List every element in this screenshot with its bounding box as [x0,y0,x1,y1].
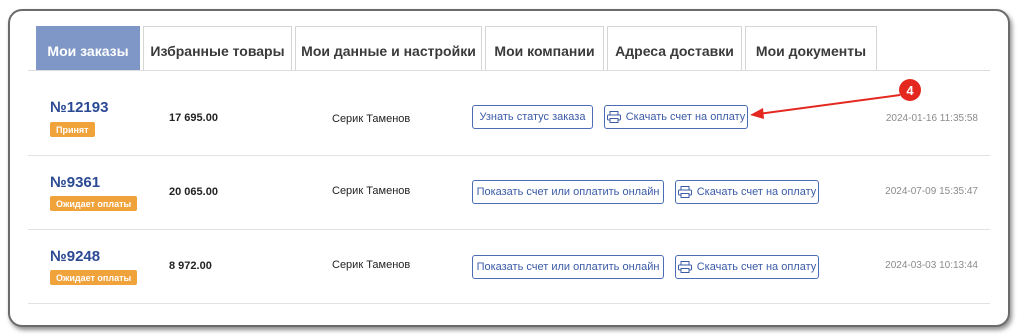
tab-my-orders[interactable]: Мои заказы [36,26,140,70]
order-row: №9248 Ожидает оплаты 8 972.00 Серик Таме… [28,230,990,304]
tab-documents[interactable]: Мои документы [745,26,877,70]
tab-profile-settings[interactable]: Мои данные и настройки [295,26,482,70]
customer-name: Серик Таменов [332,185,411,197]
printer-icon [606,111,621,123]
tab-delivery-addresses[interactable]: Адреса доставки [607,26,742,70]
order-number-link[interactable]: №12193 [50,99,108,116]
customer-name: Серик Таменов [332,113,411,125]
tab-companies[interactable]: Мои компании [485,26,604,70]
button-label: Скачать счет на оплату [696,261,817,273]
order-amount: 17 695.00 [169,112,218,124]
status-badge: Принят [50,122,95,137]
download-invoice-button[interactable]: Скачать счет на оплату [675,180,819,204]
tabs-divider [28,70,990,71]
order-number-link[interactable]: №9248 [50,248,100,265]
tab-favorites[interactable]: Избранные товары [143,26,292,70]
check-status-button[interactable]: Узнать статус заказа [472,105,593,129]
button-label: Скачать счет на оплату [625,111,746,123]
button-label: Показать счет или оплатить онлайн [476,261,660,273]
tab-label: Мои документы [755,42,867,59]
order-date: 2024-01-16 11:35:58 [885,113,978,124]
order-date: 2024-03-03 10:13:44 [885,260,978,271]
tab-label: Мои заказы [47,42,129,59]
button-label: Показать счет или оплатить онлайн [476,186,660,198]
printer-icon [677,186,692,198]
status-badge: Ожидает оплаты [50,270,138,285]
button-label: Узнать статус заказа [479,111,586,123]
order-amount: 20 065.00 [169,186,218,198]
show-invoice-pay-button[interactable]: Показать счет или оплатить онлайн [472,255,664,279]
tab-label: Мои данные и настройки [301,42,476,59]
account-tabs: Мои заказы Избранные товары Мои данные и… [28,26,992,70]
order-row: №9361 Ожидает оплаты 20 065.00 Серик Там… [28,156,990,230]
annotation-step-badge: 4 [899,79,921,101]
row-divider [28,303,990,304]
customer-name: Серик Таменов [332,259,411,271]
download-invoice-button[interactable]: Скачать счет на оплату [604,105,748,129]
status-badge: Ожидает оплаты [50,196,138,211]
printer-icon [677,261,692,273]
order-row: №12193 Принят 17 695.00 Серик Таменов Уз… [28,81,990,155]
tab-label: Избранные товары [150,42,285,59]
tab-label: Мои компании [494,42,595,59]
download-invoice-button[interactable]: Скачать счет на оплату [675,255,819,279]
order-amount: 8 972.00 [169,260,212,272]
show-invoice-pay-button[interactable]: Показать счет или оплатить онлайн [472,180,664,204]
button-label: Скачать счет на оплату [696,186,817,198]
order-number-link[interactable]: №9361 [50,174,100,191]
tab-label: Адреса доставки [615,42,734,59]
order-date: 2024-07-09 15:35:47 [885,186,978,197]
